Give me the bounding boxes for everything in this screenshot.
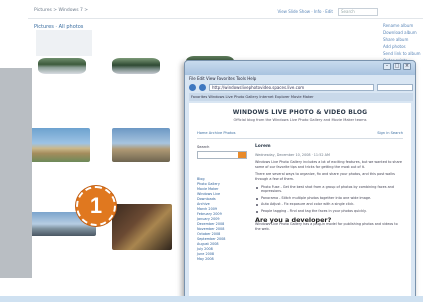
gallery-top-bar: Pictures > Windows 7 > View Slide Show ·…	[28, 6, 423, 19]
photo-thumbnail[interactable]	[30, 128, 90, 162]
blog-subtitle: Official blog from the Windows Live Phot…	[233, 118, 367, 122]
sidebar-links: Blog Photo Gallery Movie Maker Windows L…	[197, 177, 249, 262]
address-bar-row: http://windowslivephotovideo.spaces.live…	[189, 83, 413, 91]
blog-nav-right[interactable]: Sign in Search	[377, 131, 403, 135]
maximize-icon[interactable]: □	[393, 63, 401, 70]
post-paragraph: There are several ways to organize, fix …	[255, 172, 395, 181]
blog-nav-links[interactable]: Home Archive Photos	[197, 131, 235, 135]
post-bullet: Panorama - Stitch multiple photos togeth…	[255, 196, 403, 201]
gallery-right-link[interactable]: Send link to album	[383, 50, 423, 57]
step-number-badge: 1	[76, 186, 116, 226]
close-icon[interactable]: ×	[403, 63, 411, 70]
magazine-side-band	[0, 68, 32, 278]
post-heading: Lorem	[255, 144, 271, 149]
browser-menu-bar[interactable]: File Edit View Favorites Tools Help	[189, 76, 256, 81]
gallery-right-link[interactable]: Download album	[383, 29, 423, 36]
forward-icon[interactable]	[199, 83, 206, 91]
gallery-search-input[interactable]: Search	[338, 8, 378, 16]
gallery-placeholder-thumb	[36, 30, 92, 56]
address-input[interactable]: http://windowslivephotovideo.spaces.live…	[209, 83, 374, 91]
post-meta: Wednesday, December 10, 2008 · 11:52 AM	[255, 152, 330, 157]
screenshot-root: Pictures > Windows 7 > View Slide Show ·…	[0, 0, 423, 302]
breadcrumb[interactable]: Pictures > Windows 7 >	[34, 8, 88, 13]
gallery-right-panel: Rename album Download album Share album …	[383, 22, 423, 64]
post-paragraph: Windows Live Photo Gallery includes a lo…	[255, 160, 402, 169]
photo-thumbnail[interactable]	[112, 204, 172, 250]
post-bullet: Photo Fuse - Get the best shot from a gr…	[255, 185, 403, 194]
blog-sidebar: Search Blog Photo Gallery Movie Maker Wi…	[197, 145, 249, 262]
gallery-right-link[interactable]: Share album	[383, 36, 423, 43]
back-icon[interactable]	[189, 83, 196, 91]
post-bullet: Auto Adjust - Fix exposure and color wit…	[255, 202, 403, 207]
panorama-thumbnail[interactable]	[38, 58, 86, 74]
blog-nav: Home Archive Photos Sign in Search	[197, 131, 403, 139]
browser-window: – □ × File Edit View Favorites Tools Hel…	[184, 60, 416, 302]
blog-title: WINDOWS LIVE PHOTO & VIDEO BLOG	[232, 109, 368, 116]
search-go-button[interactable]	[238, 152, 246, 158]
browser-search-input[interactable]	[377, 83, 413, 91]
gallery-right-link[interactable]: Rename album	[383, 22, 423, 29]
closing-text: Windows Live Photo Gallery has a plug-in…	[255, 222, 398, 231]
browser-title-bar: – □ ×	[185, 61, 415, 75]
post-bullet: People tagging - Find and tag the faces …	[255, 209, 403, 214]
sidebar-link[interactable]: May 2008	[197, 257, 249, 262]
search-label: Search	[197, 145, 210, 149]
gallery-view-links[interactable]: View Slide Show · Info · Edit	[277, 9, 333, 14]
panorama-thumbnail[interactable]	[112, 58, 160, 74]
taskbar-strip	[0, 296, 423, 302]
blog-post: Lorem Wednesday, December 10, 2008 · 11:…	[255, 144, 403, 234]
photo-thumbnail[interactable]	[112, 128, 170, 162]
minimize-icon[interactable]: –	[383, 63, 391, 70]
favorites-bar[interactable]: Favorites Windows Live Photo Gallery Int…	[189, 93, 413, 101]
gallery-right-link[interactable]: Add photos	[383, 43, 423, 50]
blog-search-input[interactable]	[197, 151, 247, 159]
window-controls: – □ ×	[383, 63, 411, 70]
blog-page: WINDOWS LIVE PHOTO & VIDEO BLOG Official…	[189, 103, 411, 302]
